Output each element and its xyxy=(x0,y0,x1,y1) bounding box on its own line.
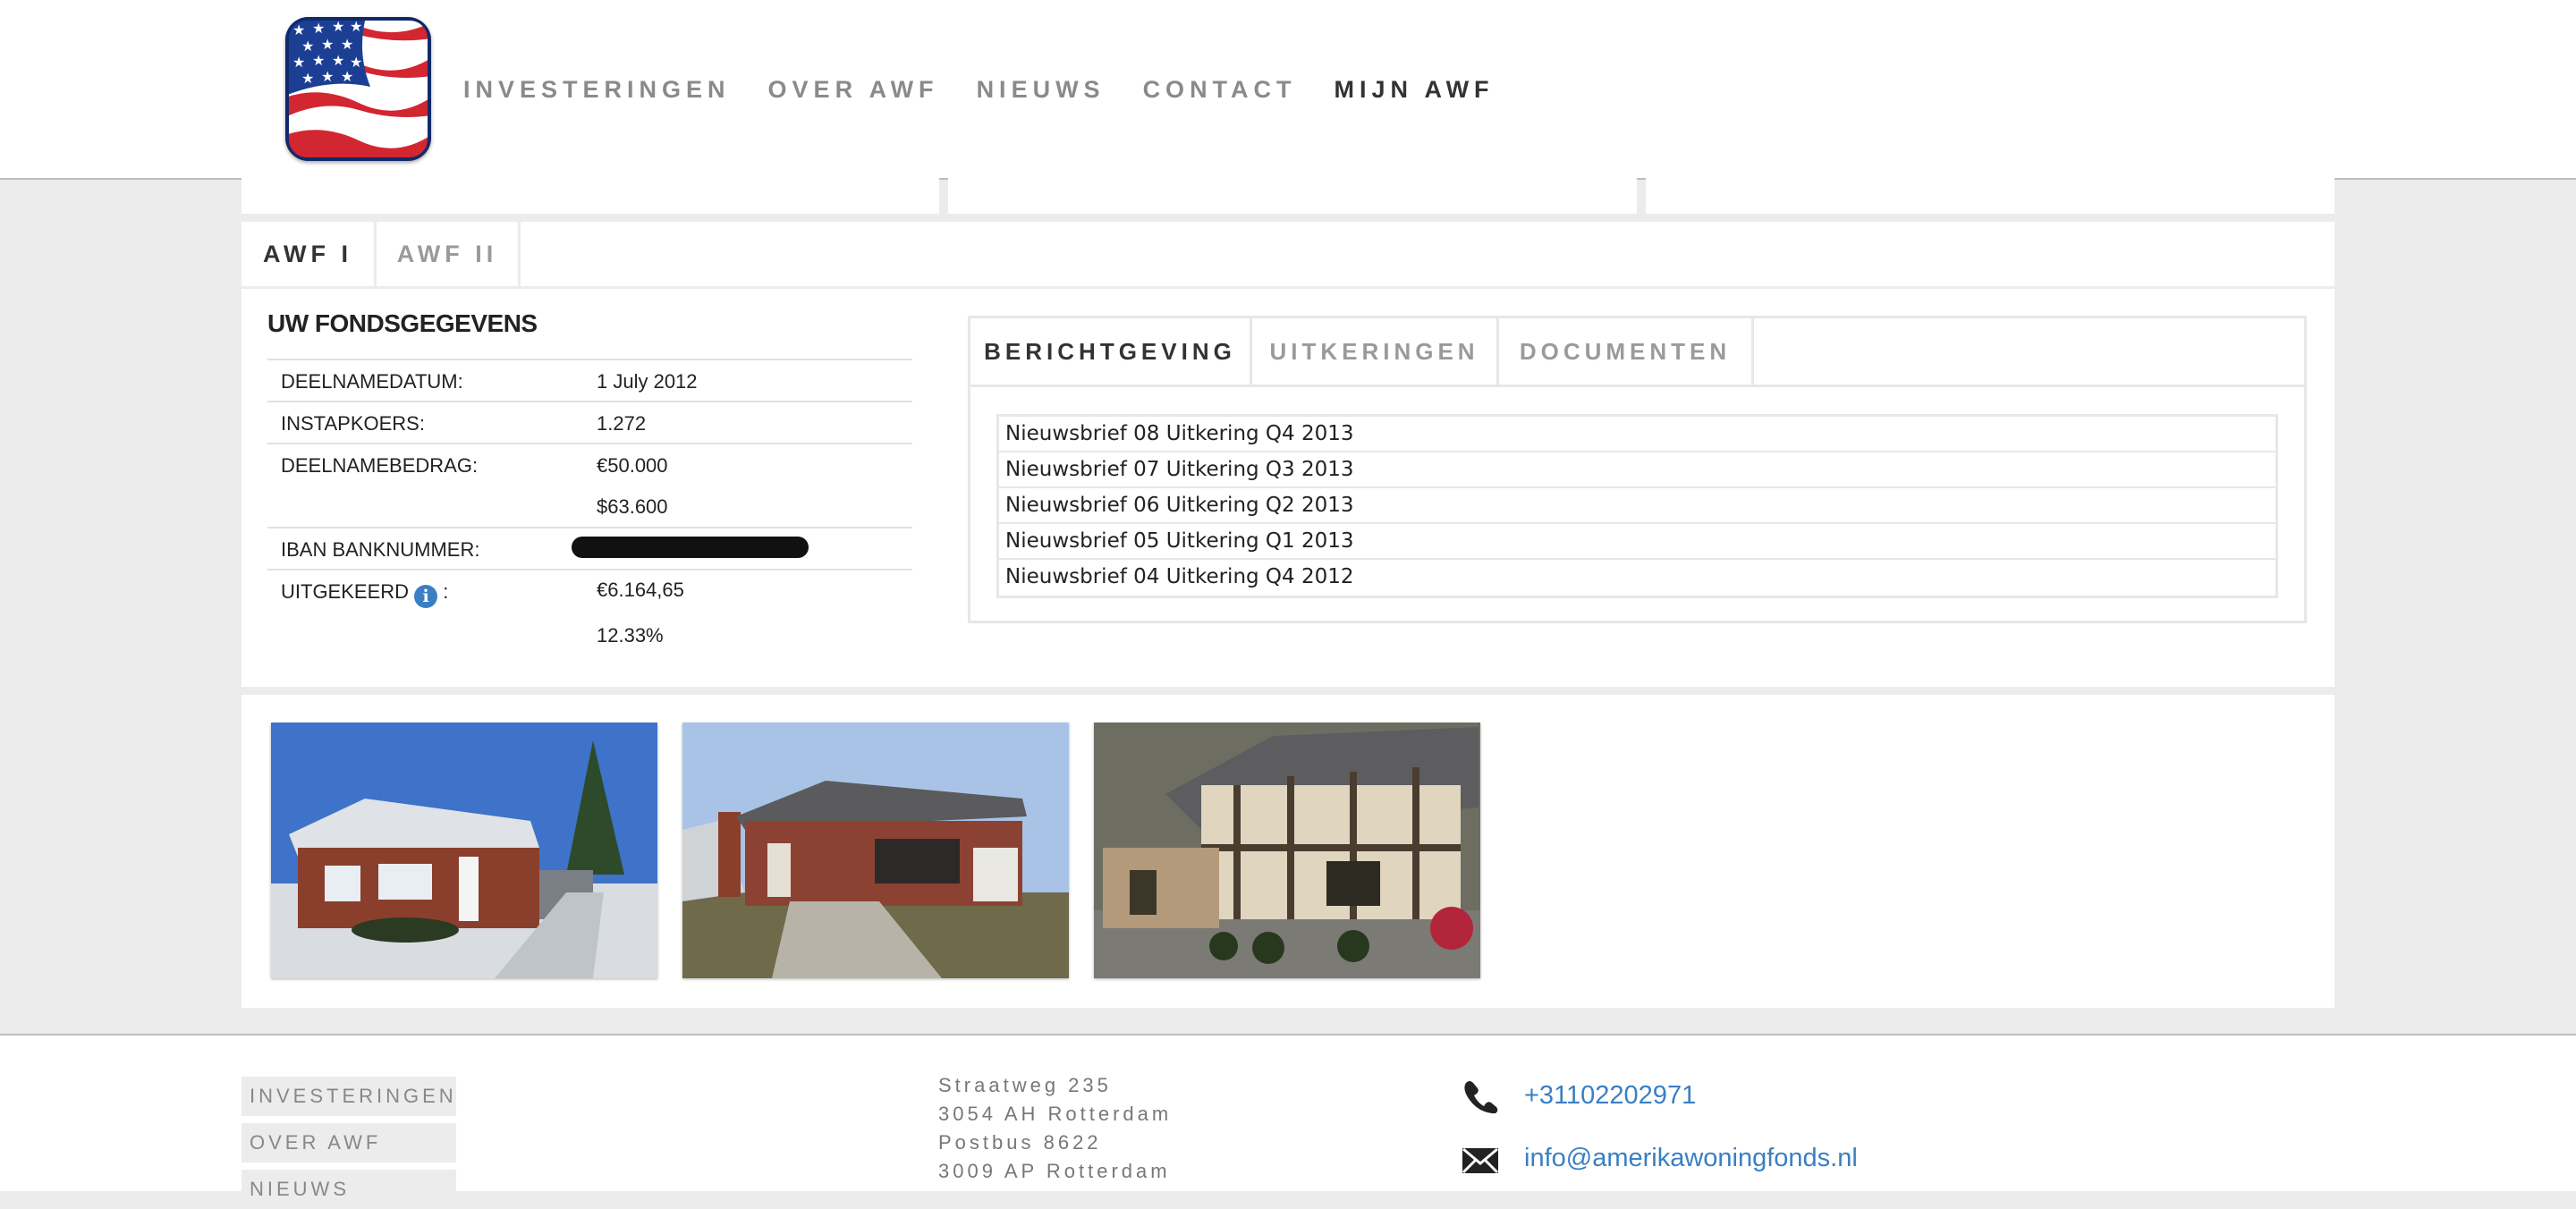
row-value: 1 July 2012 xyxy=(597,370,698,393)
address-line: 3054 AH Rotterdam xyxy=(938,1103,1173,1125)
svg-text:★: ★ xyxy=(321,36,334,53)
row-value: €50.000 xyxy=(597,454,668,477)
tab-documenten[interactable]: DOCUMENTEN xyxy=(1499,318,1754,385)
nav-investeringen[interactable]: INVESTERINGEN xyxy=(463,76,731,104)
list-item[interactable]: Nieuwsbrief 08 Uitkering Q4 2013 xyxy=(999,417,2275,452)
email-link[interactable]: info@amerikawoningfonds.nl xyxy=(1524,1144,1858,1173)
svg-text:★: ★ xyxy=(341,68,353,85)
list-item[interactable]: Nieuwsbrief 06 Uitkering Q2 2013 xyxy=(999,488,2275,524)
documents-panel: BERICHTGEVING UITKERINGEN DOCUMENTEN Nie… xyxy=(968,316,2307,623)
nav-contact[interactable]: CONTACT xyxy=(1143,76,1297,104)
main-nav: INVESTERINGEN OVER AWF NIEUWS CONTACT MI… xyxy=(463,70,1532,109)
svg-text:★: ★ xyxy=(341,36,353,53)
row-label: UITGEKEERD i : xyxy=(281,580,448,608)
info-icon[interactable]: i xyxy=(414,585,438,608)
summary-box-2 xyxy=(948,178,1637,214)
row-label-suffix: : xyxy=(437,580,449,603)
row-value: 1.272 xyxy=(597,412,647,435)
row-uitgekeerd: UITGEKEERD i : €6.164,65 12.33% xyxy=(267,569,912,660)
footer-link-over-awf[interactable]: OVER AWF xyxy=(242,1123,456,1162)
row-label-text: UITGEKEERD xyxy=(281,580,410,603)
row-label: INSTAPKOERS: xyxy=(281,412,425,435)
svg-text:★: ★ xyxy=(332,52,344,69)
row-iban: IBAN BANKNUMMER: xyxy=(267,527,912,571)
list-item[interactable]: Nieuwsbrief 04 Uitkering Q4 2012 xyxy=(999,560,2275,596)
list-item[interactable]: Nieuwsbrief 07 Uitkering Q3 2013 xyxy=(999,452,2275,488)
document-tabs: BERICHTGEVING UITKERINGEN DOCUMENTEN xyxy=(970,318,2304,387)
row-label: DEELNAMEDATUM: xyxy=(281,370,463,393)
address-line: Postbus 8622 xyxy=(938,1131,1102,1154)
svg-text:★: ★ xyxy=(292,54,305,71)
phone-link[interactable]: +31102202971 xyxy=(1524,1081,1696,1111)
summary-box-3 xyxy=(1646,178,2334,214)
iban-redaction xyxy=(572,537,809,558)
nav-nieuws[interactable]: NIEUWS xyxy=(977,76,1106,104)
list-item[interactable]: Nieuwsbrief 05 Uitkering Q1 2013 xyxy=(999,524,2275,560)
svg-text:★: ★ xyxy=(321,68,334,85)
row-deelnamebedrag: DEELNAMEBEDRAG: €50.000 $63.600 xyxy=(267,443,912,528)
phone-icon xyxy=(1464,1081,1498,1113)
svg-text:★: ★ xyxy=(312,20,325,37)
tab-uitkeringen[interactable]: UITKERINGEN xyxy=(1252,318,1499,385)
svg-text:★: ★ xyxy=(301,70,314,87)
tab-awf-i[interactable]: AWF I xyxy=(242,222,377,286)
summary-box-1 xyxy=(242,178,939,214)
address-line: Straatweg 235 xyxy=(938,1074,1112,1096)
row-value-secondary: 12.33% xyxy=(597,624,664,647)
nav-mijn-awf[interactable]: MIJN AWF xyxy=(1335,76,1495,104)
footer-link-nieuws[interactable]: NIEUWS xyxy=(242,1170,456,1209)
fund-title: UW FONDSGEGEVENS xyxy=(267,309,538,337)
property-photo-1[interactable] xyxy=(271,723,657,978)
property-photo-2[interactable] xyxy=(682,723,1069,978)
svg-text:★: ★ xyxy=(312,52,325,69)
nav-over-awf[interactable]: OVER AWF xyxy=(768,76,939,104)
tab-awf-ii[interactable]: AWF II xyxy=(377,222,521,286)
row-instapkoers: INSTAPKOERS: 1.272 xyxy=(267,401,912,444)
footer-link-investeringen[interactable]: INVESTERINGEN xyxy=(242,1077,456,1116)
row-label: DEELNAMEBEDRAG: xyxy=(281,454,479,477)
row-label: IBAN BANKNUMMER: xyxy=(281,538,480,561)
property-photo-3[interactable] xyxy=(1094,723,1480,978)
row-value-secondary: $63.600 xyxy=(597,495,668,518)
row-value: €6.164,65 xyxy=(597,579,684,601)
us-flag-logo[interactable]: ★ ★ ★ ★ ★ ★ ★ ★ ★ ★ ★ ★ ★ ★ xyxy=(285,17,431,161)
row-deelnamedatum: DEELNAMEDATUM: 1 July 2012 xyxy=(267,359,912,402)
newsletter-list: Nieuwsbrief 08 Uitkering Q4 2013 Nieuwsb… xyxy=(996,414,2278,598)
tab-berichtgeving[interactable]: BERICHTGEVING xyxy=(970,318,1252,385)
envelope-icon xyxy=(1462,1147,1499,1174)
fund-tabs: AWF I AWF II xyxy=(242,222,2334,289)
address-line: 3009 AP Rotterdam xyxy=(938,1160,1171,1182)
